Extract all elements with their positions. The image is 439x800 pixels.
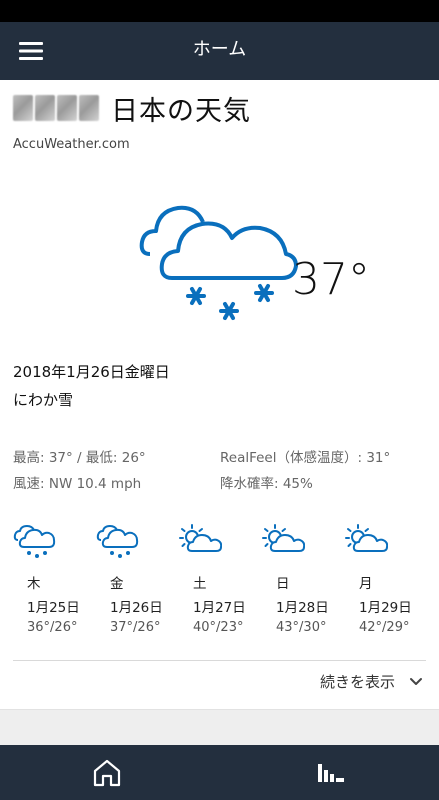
- bottom-nav-bar: [0, 745, 439, 800]
- forecast-weekday: 木: [27, 576, 41, 592]
- home-icon: [93, 759, 121, 786]
- show-more-label: 続きを表示: [319, 673, 395, 691]
- forecast-high-low: 40°/23°: [193, 620, 244, 635]
- forecast-weekday: 月: [359, 576, 373, 592]
- partly-sunny-icon: [262, 524, 306, 552]
- home-nav-button[interactable]: [72, 745, 142, 800]
- menu-button[interactable]: [10, 30, 52, 72]
- current-date: 2018年1月26日金曜日: [13, 363, 170, 381]
- forecast-high-low: 43°/30°: [276, 620, 327, 635]
- show-more-button[interactable]: 続きを表示: [320, 671, 423, 692]
- forecast-day[interactable]: 土 1月27日 40°/23°: [178, 523, 258, 635]
- precip-probability: 降水確率: 45%: [220, 476, 313, 492]
- high-low-temp: 最高: 37° / 最低: 26°: [13, 450, 146, 466]
- divider: [13, 660, 426, 661]
- forecast-day[interactable]: 月 1月29日 42°/29°: [344, 523, 424, 635]
- app-bar: ホーム: [0, 22, 439, 80]
- forecast-day[interactable]: 日 1月28日 43°/30°: [261, 523, 341, 635]
- page-title: ホーム: [192, 39, 247, 60]
- current-temperature: 37°: [292, 254, 370, 305]
- current-condition: にわか雪: [13, 391, 74, 409]
- activity-nav-button[interactable]: [296, 745, 366, 800]
- forecast-high-low: 42°/29°: [359, 620, 410, 635]
- status-bar: [0, 0, 439, 22]
- chevron-down-icon: [410, 677, 422, 685]
- equalizer-list-icon: [318, 763, 344, 782]
- snow-cloud-icon: [139, 205, 298, 320]
- forecast-high-low: 36°/26°: [27, 620, 78, 635]
- partly-sunny-icon: [179, 524, 223, 552]
- forecast-day[interactable]: 木 1月25日 36°/26°: [12, 523, 92, 635]
- forecast-strip: 木 1月25日 36°/26° 金 1月26日 37°/26° 土 1月27日 …: [12, 523, 432, 643]
- forecast-high-low: 37°/26°: [110, 620, 161, 635]
- redacted-location-name: [13, 95, 99, 121]
- forecast-date: 1月28日: [276, 600, 329, 616]
- location-header: 日本の天気: [13, 90, 251, 127]
- forecast-date: 1月29日: [359, 600, 412, 616]
- content-footer-band: [0, 709, 439, 746]
- hamburger-menu-icon: [19, 42, 43, 60]
- forecast-weekday: 金: [110, 576, 124, 592]
- weather-title: 日本の天気: [111, 95, 251, 127]
- wind-speed: 風速: NW 10.4 mph: [13, 476, 142, 492]
- partly-sunny-icon: [345, 524, 389, 552]
- forecast-weekday: 日: [276, 576, 290, 592]
- forecast-date: 1月26日: [110, 600, 163, 616]
- snow-cloud-icon: [96, 525, 139, 558]
- forecast-date: 1月27日: [193, 600, 246, 616]
- realfeel-temp: RealFeel（体感温度）: 31°: [220, 450, 391, 466]
- forecast-weekday: 土: [193, 576, 207, 592]
- weather-source: AccuWeather.com: [13, 137, 130, 152]
- forecast-date: 1月25日: [27, 600, 80, 616]
- forecast-day[interactable]: 金 1月26日 37°/26°: [95, 523, 175, 635]
- snow-cloud-icon: [13, 525, 56, 558]
